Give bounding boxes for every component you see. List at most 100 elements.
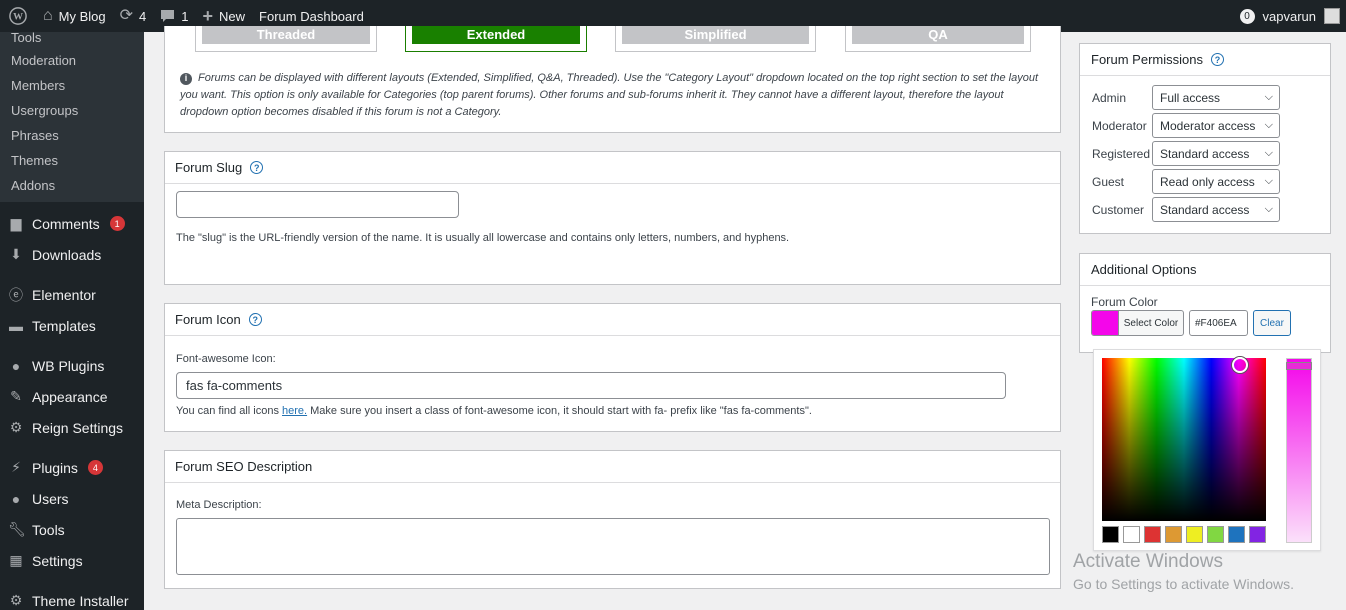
permission-select-registered[interactable]: Standard access ⌵ [1152, 141, 1280, 166]
plug-icon: ⚡ [11, 459, 21, 475]
forum-slug-input[interactable] [176, 191, 459, 218]
sidebar-item-downloads[interactable]: ⬇ Downloads [0, 239, 144, 270]
hue-slider[interactable] [1286, 358, 1312, 543]
forum-slug-description: The "slug" is the URL-friendly version o… [176, 232, 790, 244]
select-value: Read only access [1160, 174, 1255, 189]
layout-note-text: Forums can be displayed with different l… [180, 72, 1038, 118]
sidebar-item-appearance[interactable]: ✎ Appearance [0, 381, 144, 412]
username-link[interactable]: vapvarun [1263, 9, 1316, 24]
comment-bubble-icon [161, 10, 175, 22]
forum-seo-box: Forum SEO Description Meta Description: [164, 450, 1061, 589]
sidebar-item-label: Theme Installer [32, 592, 129, 609]
help-icon[interactable]: ? [1210, 53, 1224, 66]
layout-note-row: i Forums can be displayed with different … [180, 70, 1050, 121]
permission-select-guest[interactable]: Read only access ⌵ [1152, 169, 1280, 194]
color-picker-handle[interactable] [1232, 357, 1248, 373]
clear-color-button[interactable]: Clear [1253, 310, 1291, 336]
permission-row-registered: Registered Standard access ⌵ [1092, 141, 1280, 166]
notification-count[interactable]: 0 [1239, 8, 1255, 24]
paintbrush-icon: ✎ [10, 388, 22, 404]
palette-swatch[interactable] [1165, 526, 1182, 543]
help-icon[interactable]: ? [248, 313, 262, 326]
permission-select-moderator[interactable]: Moderator access ⌵ [1152, 113, 1280, 138]
layout-tab-qa[interactable]: QA [845, 26, 1031, 52]
forum-dashboard-label: Forum Dashboard [259, 8, 364, 24]
comments-badge: 1 [109, 216, 125, 231]
permission-select-customer[interactable]: Standard access ⌵ [1152, 197, 1280, 222]
avatar[interactable] [1324, 8, 1340, 24]
permission-role-label: Moderator [1092, 118, 1147, 133]
font-awesome-label: Font-awesome Icon: [176, 353, 276, 365]
select-value: Standard access [1160, 146, 1250, 161]
color-swatch-preview [1092, 311, 1119, 335]
home-icon: ⌂ [43, 7, 53, 24]
forum-icon-header: Forum Icon ? [165, 304, 1060, 336]
hue-slider-handle[interactable] [1286, 362, 1312, 370]
submenu-item-themes[interactable]: Themes [0, 148, 144, 173]
submenu-item-usergroups[interactable]: Usergroups [0, 98, 144, 123]
sidebar-item-plugins[interactable]: ⚡ Plugins 4 [0, 452, 144, 483]
palette-swatch[interactable] [1123, 526, 1140, 543]
submenu-item-moderation[interactable]: Moderation [0, 48, 144, 73]
palette-swatch[interactable] [1144, 526, 1161, 543]
permission-role-label: Guest [1092, 174, 1125, 189]
layout-note: i Forums can be displayed with different … [180, 70, 1050, 121]
forum-slug-box: Forum Slug ? The "slug" is the URL-frien… [164, 151, 1061, 285]
layout-tab-simplified[interactable]: Simplified [615, 26, 816, 52]
palette-swatch[interactable] [1249, 526, 1266, 543]
activate-windows-title: Activate Windows [1073, 551, 1223, 572]
sidebar-item-settings[interactable]: ▦ Settings [0, 545, 144, 576]
sidebar-item-reign-settings[interactable]: ⚙ Reign Settings [0, 412, 144, 443]
activate-windows-subtitle: Go to Settings to activate Windows. [1073, 576, 1294, 592]
chevron-down-icon: ⌵ [1264, 91, 1273, 103]
sidebar-item-elementor[interactable]: ⓔ Elementor [0, 279, 144, 310]
palette-swatch[interactable] [1102, 526, 1119, 543]
font-awesome-input[interactable]: fas fa-comments [176, 372, 1006, 399]
svg-text:W: W [13, 12, 23, 23]
sidebar-item-users[interactable]: ● Users [0, 483, 144, 514]
wp-logo-button[interactable]: W [0, 0, 36, 32]
layout-tab-label: Simplified [622, 26, 809, 44]
forum-icon-box: Forum Icon ? Font-awesome Icon: fas fa-c… [164, 303, 1061, 432]
help-icon[interactable]: ? [250, 161, 264, 174]
color-picker-button[interactable]: Select Color [1091, 310, 1184, 336]
color-hex-input[interactable]: #F406EA [1189, 310, 1248, 336]
sidebar-item-theme-installer[interactable]: ⚙ Theme Installer [0, 585, 144, 610]
submenu-item-phrases[interactable]: Phrases [0, 123, 144, 148]
desc-text: You can find all icons [176, 405, 282, 417]
font-awesome-description: You can find all icons here. Make sure y… [176, 405, 1046, 417]
layout-tab-extended[interactable]: Extended [405, 26, 587, 52]
submenu-item-members[interactable]: Members [0, 73, 144, 98]
forum-seo-header: Forum SEO Description [165, 451, 1060, 483]
permission-row-guest: Guest Read only access ⌵ [1092, 169, 1280, 194]
comments-count: 1 [181, 8, 189, 24]
meta-description-textarea[interactable] [176, 518, 1050, 575]
sidebar-item-label: Users [32, 490, 69, 507]
submenu-item-addons[interactable]: Addons [0, 173, 144, 198]
saturation-area[interactable] [1102, 357, 1266, 521]
comment-icon: ▆ [10, 215, 22, 231]
sidebar-item-label: Comments [32, 215, 100, 232]
layout-tab-label: Threaded [202, 26, 370, 44]
palette-swatch[interactable] [1228, 526, 1245, 543]
forum-slug-header: Forum Slug ? [165, 152, 1060, 184]
palette-swatch[interactable] [1207, 526, 1224, 543]
permission-row-moderator: Moderator Moderator access ⌵ [1092, 113, 1280, 138]
permission-select-admin[interactable]: Full access ⌵ [1152, 85, 1280, 110]
sidebar-item-comments[interactable]: ▆ Comments 1 [0, 208, 144, 239]
select-value: Full access [1160, 90, 1221, 105]
palette-swatch[interactable] [1186, 526, 1203, 543]
meta-description-label: Meta Description: [176, 499, 262, 511]
sidebar-item-wb-plugins[interactable]: ● WB Plugins [0, 350, 144, 381]
site-name-link[interactable]: ⌂ My Blog [36, 0, 113, 32]
submenu-item-tools[interactable]: Tools [0, 32, 144, 48]
user-icon: ● [11, 490, 21, 507]
lightbulb-icon: ● [11, 357, 21, 374]
updates-link[interactable]: ⟳ 4 [113, 0, 154, 32]
layout-tab-threaded[interactable]: Threaded [195, 26, 377, 52]
sidebar-item-tools[interactable]: 🔧︎ Tools [0, 514, 144, 545]
sidebar-item-label: Templates [32, 317, 96, 334]
sidebar-item-templates[interactable]: ▬ Templates [0, 310, 144, 341]
color-picker-popup [1093, 349, 1321, 551]
icons-here-link[interactable]: here. [282, 405, 307, 417]
